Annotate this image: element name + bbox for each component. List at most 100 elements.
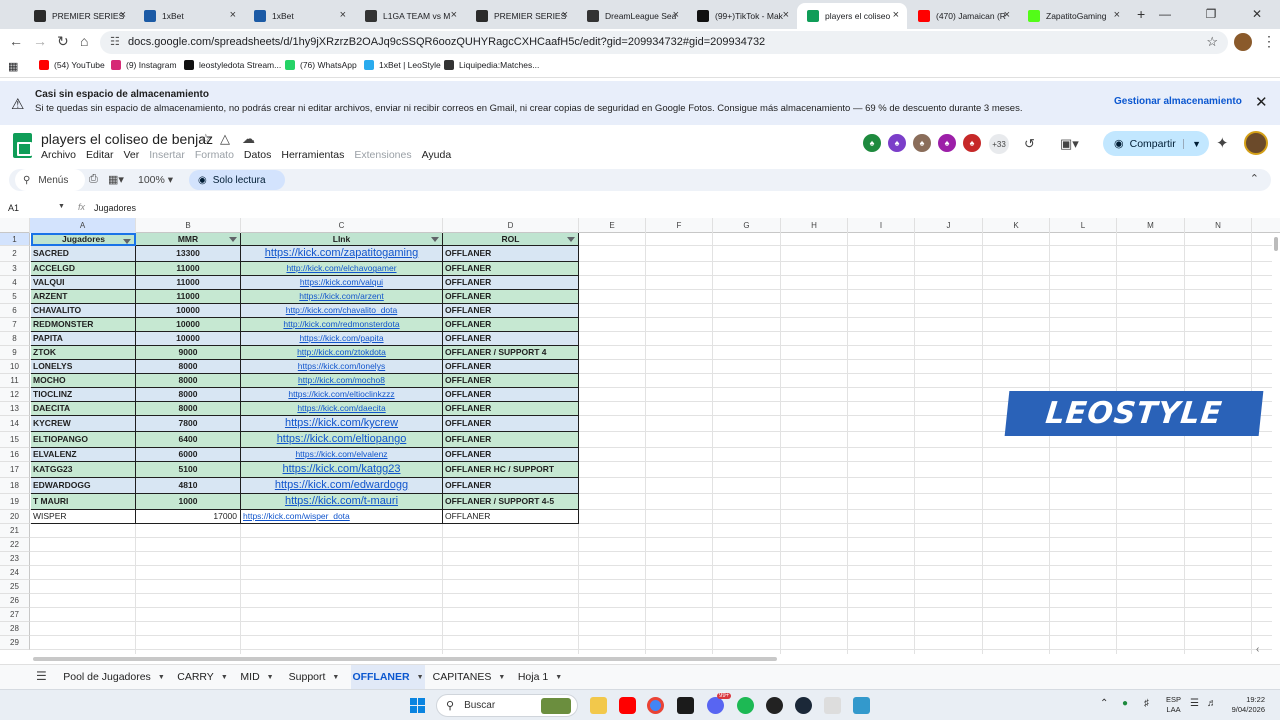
menu-insertar[interactable]: Insertar: [144, 148, 190, 162]
bookmark-item[interactable]: (54) YouTube: [39, 60, 105, 70]
role-cell[interactable]: OFFLANER: [443, 290, 579, 304]
player-name-cell[interactable]: WISPER: [31, 510, 136, 524]
chrome-icon[interactable]: [647, 697, 664, 714]
menu-extensiones[interactable]: Extensiones: [349, 148, 416, 162]
kick-link-cell[interactable]: http://kick.com/ztokdota: [241, 346, 443, 360]
player-name-cell[interactable]: MOCHO: [31, 374, 136, 388]
row-header[interactable]: 7: [0, 318, 30, 332]
close-window-icon[interactable]: ✕: [1234, 0, 1280, 29]
mmr-cell[interactable]: 11000: [136, 262, 241, 276]
close-tab-icon[interactable]: ×: [451, 9, 457, 21]
column-header[interactable]: K: [983, 218, 1050, 233]
scroll-left-icon[interactable]: ‹: [1256, 644, 1259, 655]
kick-link-cell[interactable]: http://kick.com/chavalito_dota: [241, 304, 443, 318]
player-name-cell[interactable]: ARZENT: [31, 290, 136, 304]
cloud-status-icon[interactable]: ☁: [242, 131, 255, 147]
menu-editar[interactable]: Editar: [81, 148, 118, 162]
sheet-tab[interactable]: Hoja 1 ▼: [513, 665, 567, 689]
bookmark-item[interactable]: Liquipedia:Matches...: [444, 60, 539, 70]
move-icon[interactable]: △: [220, 131, 230, 147]
header-cell[interactable]: ROL: [443, 233, 579, 246]
minimize-icon[interactable]: —: [1142, 0, 1188, 29]
kick-link-cell[interactable]: https://kick.com/eltioclinkzzz: [241, 388, 443, 402]
browser-tab[interactable]: 1xBet ×: [134, 3, 244, 29]
menu-herramientas[interactable]: Herramientas: [276, 148, 349, 162]
close-tab-icon[interactable]: ×: [120, 9, 126, 21]
mmr-cell[interactable]: 8000: [136, 388, 241, 402]
player-name-cell[interactable]: ELTIOPANGO: [31, 432, 136, 448]
mmr-cell[interactable]: 9000: [136, 346, 241, 360]
role-cell[interactable]: OFFLANER: [443, 374, 579, 388]
site-info-icon[interactable]: ☷: [110, 35, 120, 48]
player-name-cell[interactable]: ACCELGD: [31, 262, 136, 276]
row-header[interactable]: 26: [0, 594, 30, 608]
chevron-up-icon[interactable]: ⌃: [1250, 172, 1259, 185]
kick-link-cell[interactable]: https://kick.com/kycrew: [241, 416, 443, 432]
manage-storage-link[interactable]: Gestionar almacenamiento: [1114, 96, 1242, 107]
dota-icon[interactable]: [766, 697, 783, 714]
role-cell[interactable]: OFFLANER: [443, 360, 579, 374]
filter-icon[interactable]: [229, 237, 237, 243]
mmr-cell[interactable]: 13300: [136, 246, 241, 262]
profile-avatar[interactable]: [1234, 33, 1252, 51]
chevron-down-icon[interactable]: ▼: [158, 674, 165, 681]
more-collaborators-badge[interactable]: +33: [989, 134, 1009, 154]
formula-content[interactable]: Jugadores: [94, 203, 136, 213]
player-name-cell[interactable]: LONELYS: [31, 360, 136, 374]
print-icon[interactable]: ⎙: [89, 173, 98, 186]
kick-link-cell[interactable]: http://kick.com/elchavogamer: [241, 262, 443, 276]
browser-tab[interactable]: L1GA TEAM vs M ×: [355, 3, 465, 29]
gemini-sparkle-icon[interactable]: ✦: [1216, 134, 1229, 152]
kick-link-cell[interactable]: https://kick.com/wisper_dota: [241, 510, 443, 524]
discord-icon[interactable]: [707, 697, 724, 714]
apps-grid-icon[interactable]: ▦: [8, 60, 18, 73]
row-header[interactable]: 16: [0, 448, 30, 462]
mmr-cell[interactable]: 8000: [136, 374, 241, 388]
role-cell[interactable]: OFFLANER HC / SUPPORT: [443, 462, 579, 478]
network-icon[interactable]: ☰: [1190, 698, 1199, 709]
mmr-cell[interactable]: 5100: [136, 462, 241, 478]
kick-link-cell[interactable]: https://kick.com/elvalenz: [241, 448, 443, 462]
role-cell[interactable]: OFFLANER: [443, 402, 579, 416]
column-header[interactable]: A: [30, 218, 136, 233]
kick-link-cell[interactable]: https://kick.com/daecita: [241, 402, 443, 416]
role-cell[interactable]: OFFLANER: [443, 510, 579, 524]
chevron-down-icon[interactable]: ▼: [58, 203, 65, 210]
close-tab-icon[interactable]: ×: [783, 9, 789, 21]
sheets-logo[interactable]: [13, 133, 32, 158]
role-cell[interactable]: OFFLANER / SUPPORT 4-5: [443, 494, 579, 510]
meet-icon[interactable]: ▣▾: [1060, 136, 1079, 152]
browser-tab[interactable]: (470) Jamaican (R ×: [908, 3, 1018, 29]
bookmark-star-icon[interactable]: ☆: [1206, 34, 1218, 50]
menus-search[interactable]: ⚲ Menús: [15, 169, 85, 191]
app-icon[interactable]: [853, 697, 870, 714]
browser-tab[interactable]: players el coliseo ×: [797, 3, 907, 29]
player-name-cell[interactable]: DAECITA: [31, 402, 136, 416]
all-sheets-icon[interactable]: ☰: [36, 669, 47, 683]
steam-icon[interactable]: [795, 697, 812, 714]
zoom-select[interactable]: 100% ▾: [138, 174, 173, 186]
horizontal-scrollbar[interactable]: [30, 655, 1270, 663]
forward-icon[interactable]: →: [33, 33, 47, 49]
bookmark-item[interactable]: (9) Instagram: [111, 60, 177, 70]
sheet-tab[interactable]: Support ▼: [284, 665, 344, 689]
mmr-cell[interactable]: 8000: [136, 402, 241, 416]
filter-icon[interactable]: [123, 239, 131, 244]
browser-tab[interactable]: DreamLeague Sea ×: [577, 3, 687, 29]
close-tab-icon[interactable]: ×: [673, 9, 679, 21]
reload-icon[interactable]: ↻: [57, 33, 69, 50]
menu-ayuda[interactable]: Ayuda: [417, 148, 457, 162]
sheet-tab[interactable]: MID ▼: [237, 665, 277, 689]
kick-link-cell[interactable]: https://kick.com/katgg23: [241, 462, 443, 478]
player-name-cell[interactable]: KATGG23: [31, 462, 136, 478]
sheet-tab[interactable]: CAPITANES ▼: [431, 665, 507, 689]
role-cell[interactable]: OFFLANER: [443, 246, 579, 262]
row-header[interactable]: 11: [0, 374, 30, 388]
windows-start-icon[interactable]: [410, 698, 426, 714]
row-header[interactable]: 21: [0, 524, 30, 538]
column-header[interactable]: J: [915, 218, 983, 233]
sheet-tab[interactable]: CARRY ▼: [176, 665, 229, 689]
row-header[interactable]: 12: [0, 388, 30, 402]
close-tab-icon[interactable]: ×: [1114, 9, 1120, 21]
collaborator-avatar[interactable]: ♠: [886, 132, 908, 154]
